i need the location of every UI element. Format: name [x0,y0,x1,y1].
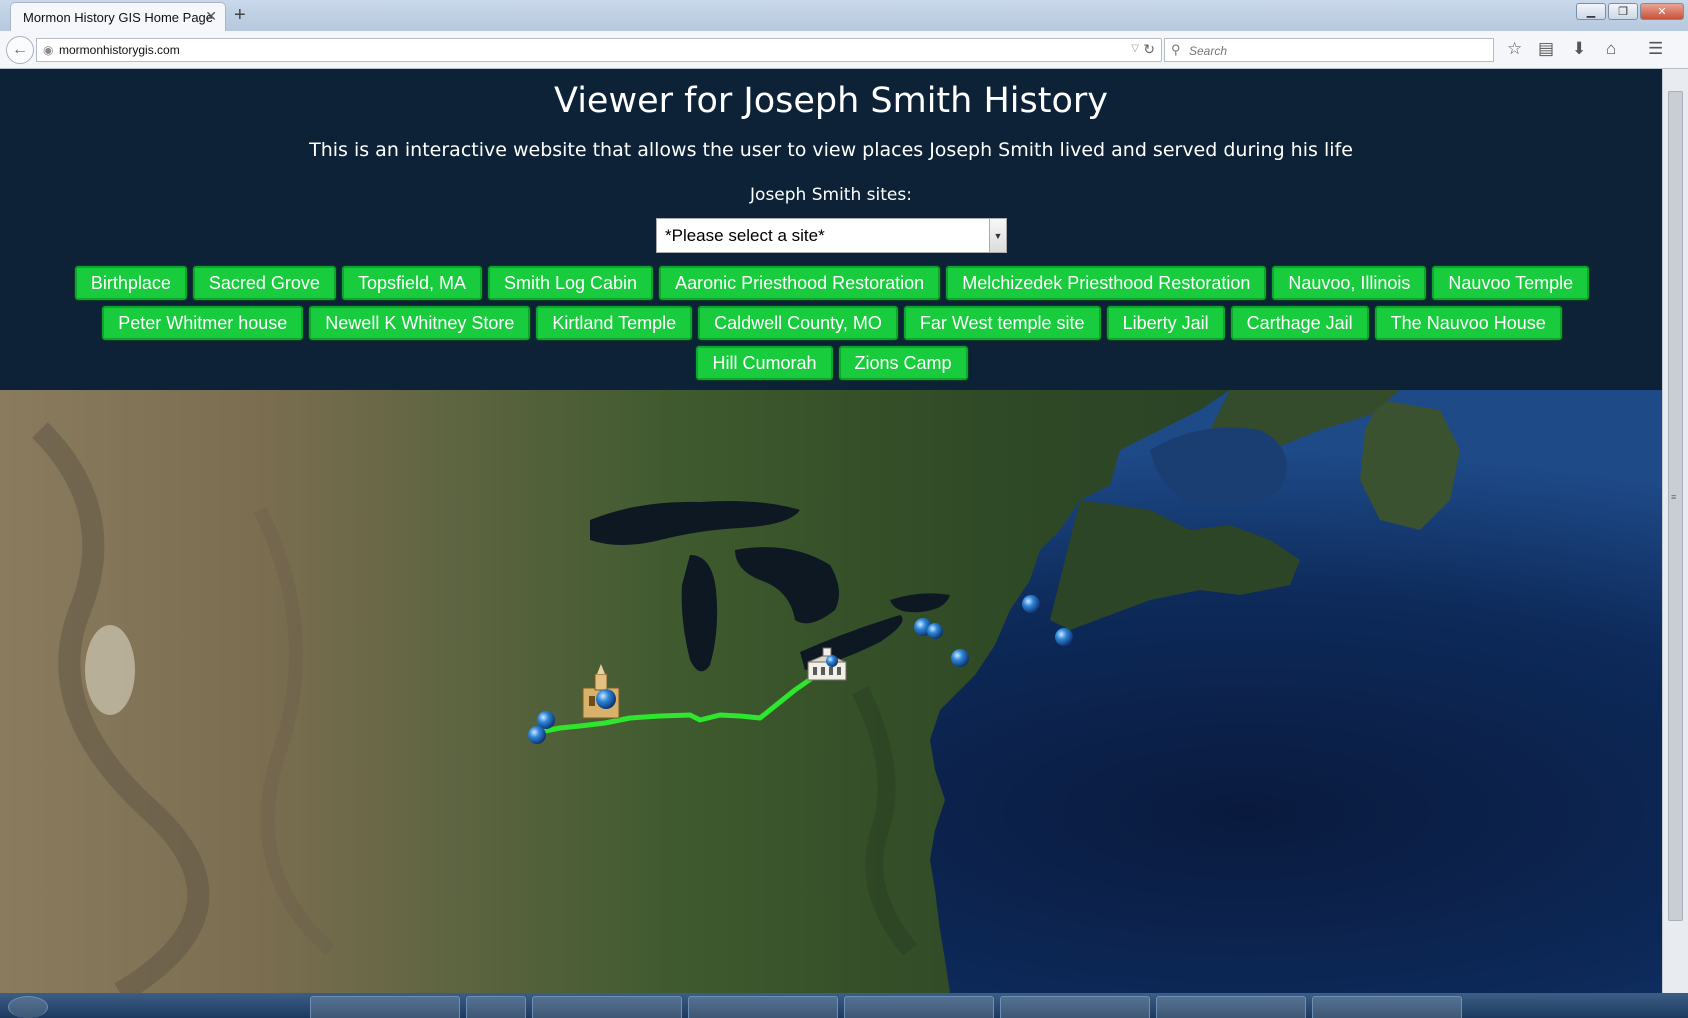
zions-camp-button[interactable]: Zions Camp [837,345,969,381]
browser-tab-bar: Mormon History GIS Home Page ✕ + ▁ ❐ ✕ [0,0,1688,31]
site-buttons: Birthplace Sacred Grove Topsfield, MA Sm… [44,263,1620,383]
taskbar-item[interactable] [310,996,460,1018]
search-input[interactable] [1187,41,1487,61]
caldwell-county-button[interactable]: Caldwell County, MO [697,305,899,341]
map-canvas[interactable] [0,390,1662,993]
menu-hamburger-icon[interactable]: ☰ [1648,39,1663,59]
sacred-grove-button[interactable]: Sacred Grove [191,265,337,301]
scrollbar-thumb[interactable]: ≡ [1668,91,1683,921]
page-title: Viewer for Joseph Smith History [554,81,1108,121]
site-select-dropdown[interactable]: *Please select a site* ▼ [656,218,1007,253]
site-marker-far-west[interactable] [537,711,555,729]
kirtland-temple-button[interactable]: Kirtland Temple [535,305,694,341]
new-tab-plus-icon[interactable]: + [234,4,246,26]
taskbar-item[interactable] [466,996,526,1018]
home-icon[interactable]: ⌂ [1606,39,1616,59]
bookmark-star-icon[interactable]: ☆ [1507,39,1522,59]
bookmarks-list-icon[interactable]: ▤ [1538,39,1554,59]
smith-log-cabin-button[interactable]: Smith Log Cabin [486,265,655,301]
history-dropdown-icon[interactable]: ▽ [1131,43,1139,54]
aaronic-priesthood-button[interactable]: Aaronic Priesthood Restoration [658,265,942,301]
topsfield-button[interactable]: Topsfield, MA [340,265,483,301]
peter-whitmer-house-button[interactable]: Peter Whitmer house [101,305,305,341]
taskbar-item[interactable] [688,996,838,1018]
taskbar-item[interactable] [1312,996,1462,1018]
taskbar-item[interactable] [1000,996,1150,1018]
restore-window-button[interactable]: ❐ [1608,3,1638,20]
address-bar[interactable]: ◉ mormonhistorygis.com ▽ ↻ [36,38,1162,62]
nauvoo-house-button[interactable]: The Nauvoo House [1373,305,1563,341]
page-subtitle: This is an interactive website that allo… [309,139,1353,161]
site-identity-icon[interactable]: ◉ [43,43,53,57]
browser-nav-bar: ← ◉ mormonhistorygis.com ▽ ↻ ⚲ ☆ ▤ ⬇ ⌂ ☰ [0,31,1688,69]
site-marker-topsfield[interactable] [1055,628,1073,646]
scrollbar-grip-icon: ≡ [1671,492,1677,502]
site-marker-kirtland[interactable] [826,655,838,667]
reload-icon[interactable]: ↻ [1143,41,1155,58]
select-value: *Please select a site* [665,226,825,245]
downloads-arrow-icon[interactable]: ⬇ [1572,39,1586,59]
search-icon: ⚲ [1171,42,1181,57]
close-tab-icon[interactable]: ✕ [205,8,217,25]
close-window-button[interactable]: ✕ [1640,3,1684,20]
taskbar-item[interactable] [532,996,682,1018]
site-marker-sacred-grove[interactable] [927,623,943,639]
birthplace-button[interactable]: Birthplace [73,265,188,301]
hill-cumorah-button[interactable]: Hill Cumorah [695,345,834,381]
url-text[interactable]: mormonhistorygis.com [59,43,180,57]
page-scrollbar[interactable]: ≡ [1662,69,1688,993]
tab-title: Mormon History GIS Home Page [23,10,214,25]
nauvoo-temple-button[interactable]: Nauvoo Temple [1431,265,1591,301]
os-taskbar [0,993,1688,1018]
start-button[interactable] [8,996,48,1018]
site-marker-birthplace[interactable] [1022,595,1040,613]
search-bar[interactable]: ⚲ [1164,38,1494,62]
liberty-jail-button[interactable]: Liberty Jail [1105,305,1226,341]
back-arrow-icon[interactable]: ← [6,36,34,64]
nauvoo-illinois-button[interactable]: Nauvoo, Illinois [1271,265,1428,301]
melchizedek-priesthood-button[interactable]: Melchizedek Priesthood Restoration [945,265,1268,301]
site-marker-harmony[interactable] [951,649,969,667]
salt-flat [85,625,135,715]
taskbar-item[interactable] [844,996,994,1018]
browser-tab[interactable]: Mormon History GIS Home Page ✕ [10,2,226,31]
site-marker-liberty-jail[interactable] [528,726,546,744]
site-marker-nauvoo[interactable] [596,689,616,709]
page-content: Viewer for Joseph Smith History This is … [0,69,1662,993]
sites-label: Joseph Smith sites: [750,185,912,205]
newell-k-whitney-store-button[interactable]: Newell K Whitney Store [308,305,532,341]
taskbar-item[interactable] [1156,996,1306,1018]
dropdown-arrow-icon[interactable]: ▼ [989,219,1006,252]
window-controls: ▁ ❐ ✕ [1576,3,1684,20]
far-west-temple-site-button[interactable]: Far West temple site [902,305,1102,341]
satellite-map[interactable] [0,390,1662,993]
minimize-window-button[interactable]: ▁ [1576,3,1606,20]
carthage-jail-button[interactable]: Carthage Jail [1229,305,1370,341]
